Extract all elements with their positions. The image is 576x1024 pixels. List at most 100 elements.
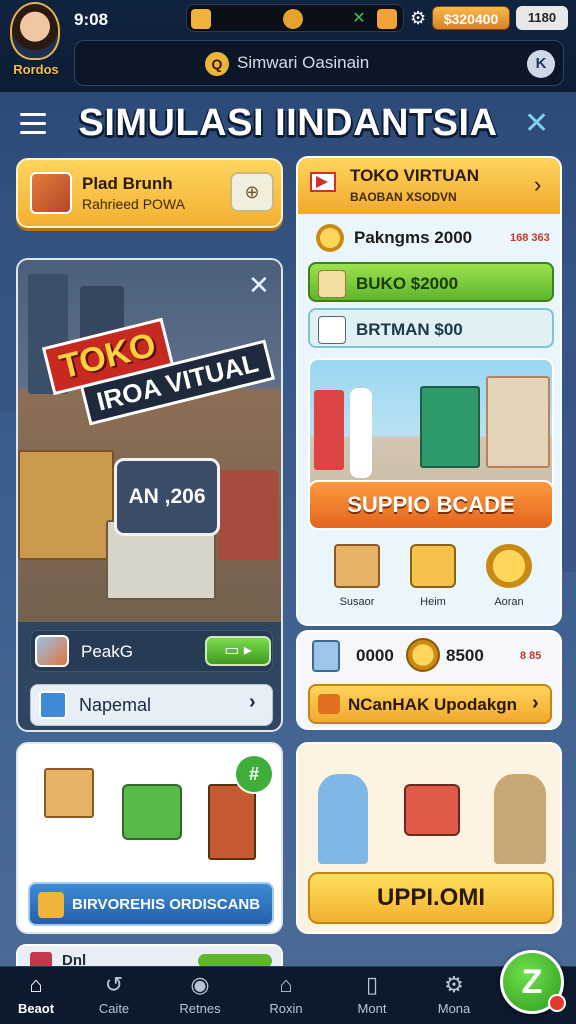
upgrade-label: NCanHAK Upodakgn — [348, 695, 518, 714]
player-avatar[interactable] — [10, 2, 60, 60]
rack-illustration — [208, 784, 256, 860]
gear-icon[interactable]: ⚙ — [410, 8, 426, 29]
brtman-button[interactable]: BRTMAN $00 — [308, 308, 554, 348]
plaid-card-subtitle: Rahrieed POWA — [82, 196, 185, 212]
nav-item-mont[interactable]: ▯ Mont — [332, 971, 412, 1016]
box-icon — [191, 9, 211, 29]
store-badge: AN ,206 — [114, 458, 220, 536]
plaid-card-title: Plad Brunh — [82, 174, 173, 193]
page-title: SIMULASI IINDANTSIA — [78, 102, 498, 144]
toko-virtuan-card: TOKO VIRTUAN BAOBAN XSODVN › Pakngms 200… — [296, 156, 562, 626]
coin-icon: ◉ — [190, 972, 210, 997]
close-icon: ✕ — [352, 10, 366, 27]
packages-row: Pakngms 2000 168 363 — [308, 218, 554, 258]
search-bar[interactable]: Q Simwari Oasinain K — [74, 40, 564, 86]
bottom-nav: ⌂ Beaot ↺ Caite ◉ Retnes ⌂ Roxin ▯ Mont … — [0, 966, 576, 1024]
crate-icon — [35, 635, 69, 667]
nav-item-mona[interactable]: ⚙ Mona — [414, 971, 494, 1016]
napemal-row[interactable]: Napemal › — [30, 684, 273, 726]
gear-icon: ⚙ — [444, 972, 464, 997]
flag-icon — [310, 172, 336, 192]
mini-item-2-label: Heim — [420, 596, 446, 608]
coin-icon — [283, 9, 303, 29]
upgrade-staff-card: UPPI.OMI — [296, 742, 562, 934]
warning-icon — [377, 9, 397, 29]
mini-item-1-label: Susaor — [339, 596, 375, 608]
building-4 — [218, 470, 278, 560]
mini-item-1[interactable]: Susaor — [322, 544, 392, 608]
player-name: Rordos — [13, 62, 59, 77]
boxes-illustration — [44, 768, 94, 818]
chevron-right-icon: › — [249, 691, 256, 713]
mini-item-2[interactable]: Heim — [398, 544, 468, 608]
money-display: $320400 — [432, 6, 510, 30]
shopkeeper — [350, 388, 372, 478]
chevron-right-icon[interactable]: › — [534, 172, 541, 198]
inventory-button-label: BIRVOREHIS ORDISCANB — [72, 896, 261, 913]
staff-person-2 — [494, 774, 546, 864]
nav-label: Beaot — [17, 1001, 55, 1016]
nav-label: Caite — [98, 1001, 130, 1016]
store-game-card: ✕ TOKO IROA VITUAL AN ,206 PeakG ▭ ▸ Nap… — [16, 258, 283, 732]
napemal-label: Napemal — [79, 695, 152, 715]
add-badge-icon[interactable]: # — [234, 754, 274, 794]
plaid-brunh-card[interactable]: Plad Brunh Rahrieed POWA ⊕ — [16, 158, 283, 228]
store-city-scene: ✕ TOKO IROA VITUAL AN ,206 — [18, 260, 281, 622]
peakg-label: PeakG — [81, 642, 133, 661]
top-status-bar: Rordos 9:08 ✕ ⚙ $320400 1180 Q Simwari O… — [0, 0, 576, 92]
box-icon — [39, 691, 67, 719]
coin-icon — [486, 544, 532, 588]
inventory-button[interactable]: BIRVOREHIS ORDISCANB — [28, 882, 274, 926]
clock: 9:08 — [74, 10, 109, 29]
mini-item-3[interactable]: Aoran — [474, 544, 544, 608]
nav-item-retnes[interactable]: ◉ Retnes — [160, 971, 240, 1016]
search-icon: Q — [205, 52, 229, 76]
stat-value-3: 8 85 — [520, 650, 542, 662]
level-display: 1180 — [516, 6, 568, 30]
home-icon: ⌂ — [29, 972, 43, 997]
nav-label: Retnes — [179, 1001, 221, 1016]
nav-item-home[interactable]: ⌂ Beaot — [0, 971, 76, 1016]
shelf-left — [314, 390, 344, 470]
play-button[interactable]: ▭ ▸ — [205, 636, 271, 666]
compass-icon[interactable]: K — [527, 50, 555, 78]
coin-icon — [406, 638, 440, 672]
packages-value: 168 363 — [510, 232, 550, 244]
packages-label: Pakngms 2000 — [354, 228, 473, 247]
mini-item-3-label: Aoran — [494, 596, 524, 608]
close-icon[interactable]: ✕ — [248, 270, 270, 301]
nav-item-caite[interactable]: ↺ Caite — [74, 971, 154, 1016]
building-3 — [18, 450, 114, 560]
toko-card-title: TOKO VIRTUAN — [350, 166, 480, 185]
goods-icon — [410, 544, 456, 588]
cube-icon — [312, 640, 340, 672]
coin-icon — [316, 224, 344, 252]
nav-item-roxin[interactable]: ⌂ Roxin — [246, 971, 326, 1016]
nav-label: Mont — [357, 1001, 387, 1016]
upgrade-button[interactable]: NCanHAK Upodakgn › — [308, 684, 552, 724]
plaid-card-button[interactable]: ⊕ — [230, 172, 274, 212]
undo-icon: ↺ — [104, 972, 124, 997]
stat-value-2: 8500 — [446, 646, 484, 665]
crate-icon — [318, 270, 346, 298]
upgrade-icon — [318, 694, 340, 714]
nav-label: Roxin — [269, 1001, 303, 1016]
box-icon — [334, 544, 380, 588]
crate-icon — [30, 172, 72, 214]
shelf-right — [486, 376, 550, 468]
status-icons-bar: ✕ — [186, 4, 404, 32]
nav-label: Mona — [437, 1001, 471, 1016]
supply-button[interactable]: SUPPIO BCADE — [308, 480, 554, 530]
close-icon[interactable]: ✕ — [524, 106, 549, 141]
toko-card-header[interactable]: TOKO VIRTUAN BAOBAN XSODVN › — [298, 158, 560, 214]
inventory-card: # BIRVOREHIS ORDISCANB — [16, 742, 283, 934]
search-input[interactable]: Simwari Oasinain — [237, 53, 369, 73]
house-icon: ⌂ — [279, 972, 293, 997]
buko-button[interactable]: BUKO $2000 — [308, 262, 554, 302]
buko-label: BUKO $2000 — [356, 274, 459, 293]
produce-stall — [420, 386, 480, 468]
upgrade-main-button[interactable]: UPPI.OMI — [308, 872, 554, 924]
chevron-right-icon: › — [532, 692, 539, 714]
stat-value-1: 0000 — [356, 646, 394, 665]
toko-card-subtitle: BAOBAN XSODVN — [350, 190, 457, 204]
